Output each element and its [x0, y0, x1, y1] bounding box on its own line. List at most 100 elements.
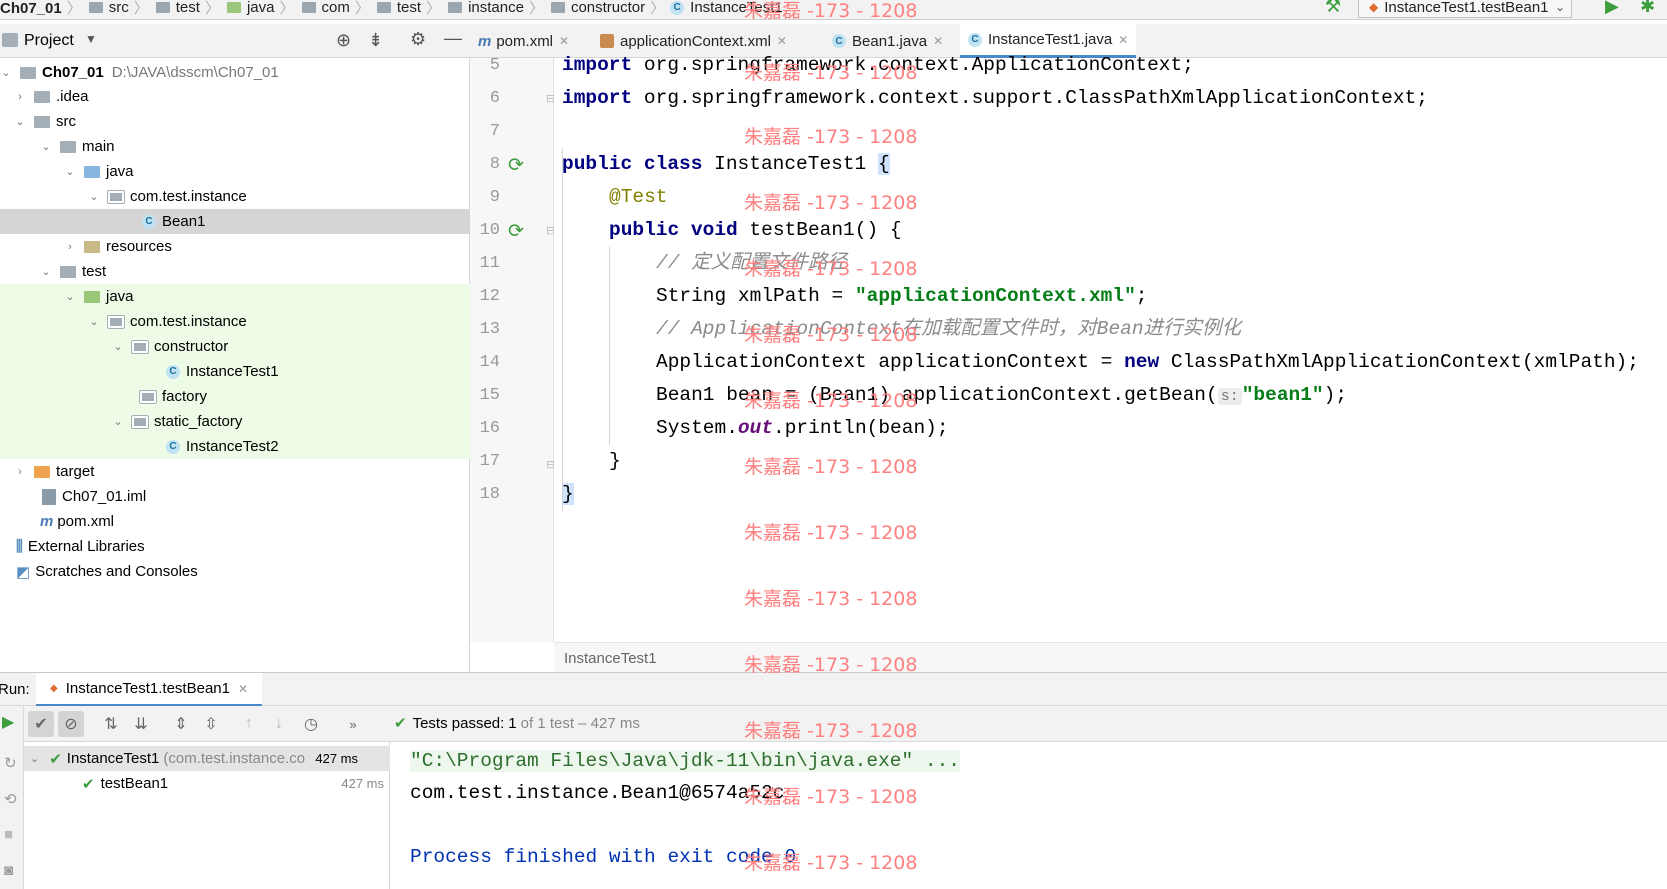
tree-item-test-java[interactable]: ⌄ java	[0, 284, 470, 309]
expand-all-icon[interactable]: ⇕	[168, 711, 194, 737]
tree-item-main[interactable]: ⌄ main	[0, 134, 470, 159]
tree-item-main-java[interactable]: ⌄ java	[0, 159, 470, 184]
collapse-all-icon[interactable]: ⇳	[198, 711, 224, 737]
chevron-down-icon[interactable]: ⌄	[14, 115, 26, 128]
run-configuration-select[interactable]: ◆ InstanceTest1.testBean1 ⌄	[1358, 0, 1572, 18]
breadcrumb-item[interactable]: java	[247, 0, 275, 16]
tree-item-label: com.test.instance	[130, 313, 247, 330]
run-icon[interactable]: ▶	[1605, 0, 1619, 17]
close-icon[interactable]: ✕	[933, 34, 943, 48]
close-icon[interactable]: ✕	[777, 34, 787, 48]
xml-icon	[600, 34, 614, 48]
chevron-down-icon[interactable]: ⌄	[40, 140, 52, 153]
tree-item-label: java	[106, 163, 134, 180]
tree-item-external-libraries[interactable]: ⫼ External Libraries	[0, 534, 470, 559]
tree-item-factory[interactable]: factory	[0, 384, 470, 409]
tree-item-target[interactable]: › target	[0, 459, 470, 484]
tree-item-pom[interactable]: m pom.xml	[0, 509, 470, 534]
libraries-icon: ⫼	[16, 538, 23, 555]
tree-item-test-package[interactable]: ⌄ com.test.instance	[0, 309, 470, 334]
chevron-right-icon[interactable]: ›	[14, 466, 26, 478]
chevron-down-icon[interactable]: ⌄	[64, 290, 76, 303]
breadcrumb-item[interactable]: test	[176, 0, 200, 16]
chevron-down-icon[interactable]: ⌄	[0, 66, 12, 79]
class-icon: C	[166, 439, 180, 454]
close-icon[interactable]: ✕	[1118, 33, 1128, 47]
breadcrumb-item[interactable]: src	[109, 0, 129, 16]
chevron-down-icon[interactable]: ⌄	[88, 190, 100, 203]
close-icon[interactable]: ✕	[559, 34, 569, 48]
tree-item-idea[interactable]: › .idea	[0, 84, 470, 109]
tree-item-label: Ch07_01.iml	[62, 488, 147, 505]
chevron-down-icon[interactable]: ⌄	[112, 340, 124, 353]
gear-icon[interactable]: ⚙	[410, 29, 426, 50]
package-icon	[301, 2, 316, 13]
code-editor[interactable]: import org.springframework.context.Appli…	[554, 54, 1667, 642]
breadcrumb-item[interactable]: constructor	[571, 0, 645, 16]
folder-icon	[88, 2, 103, 13]
build-hammer-icon[interactable]: ⚒	[1325, 0, 1341, 17]
collapse-all-icon[interactable]: ⇟	[368, 30, 383, 51]
check-icon: ✔	[82, 775, 95, 793]
console-output[interactable]: "C:\Program Files\Java\jdk-11\bin\java.e…	[390, 742, 1667, 889]
editor-breadcrumb-label[interactable]: InstanceTest1	[564, 650, 657, 667]
chevron-right-icon[interactable]: ›	[14, 91, 26, 103]
breadcrumb-item[interactable]: test	[397, 0, 421, 16]
tree-item-instance-test1[interactable]: C InstanceTest1	[0, 359, 470, 384]
test-name: InstanceTest1	[66, 750, 160, 767]
code-line: }	[609, 450, 621, 472]
breadcrumb-item[interactable]: com	[322, 0, 350, 16]
breadcrumb-item[interactable]: Ch07_01	[0, 0, 62, 18]
chevron-down-icon[interactable]: ▼	[85, 32, 97, 46]
camera-icon[interactable]: ◙	[4, 862, 13, 879]
tree-item-src[interactable]: ⌄ src	[0, 109, 470, 134]
toggle-autotest-icon[interactable]: ⟲	[4, 790, 17, 808]
more-icon[interactable]: »	[340, 711, 366, 737]
tree-item-static-factory[interactable]: ⌄ static_factory	[0, 409, 470, 434]
history-icon[interactable]: ◷	[298, 711, 324, 737]
tree-item-test[interactable]: ⌄ test	[0, 259, 470, 284]
tree-item-constructor[interactable]: ⌄ constructor	[0, 334, 470, 359]
stop-icon[interactable]: ■	[4, 826, 13, 843]
parameter-hint: s:	[1217, 388, 1242, 405]
sort-alphabetically-icon[interactable]: ⇅	[98, 711, 124, 737]
breadcrumb-item[interactable]: instance	[468, 0, 524, 16]
test-method-row[interactable]: ✔ testBean1 427 ms	[24, 771, 390, 796]
chevron-down-icon[interactable]: ⌄	[112, 415, 124, 428]
test-suite-row[interactable]: ⌄ ✔ InstanceTest1 (com.test.instance.co …	[24, 746, 390, 771]
sort-by-duration-icon[interactable]: ⇊	[128, 711, 154, 737]
locate-icon[interactable]: ⊕	[336, 30, 351, 51]
test-duration: 427 ms	[341, 776, 384, 791]
tree-item-main-package[interactable]: ⌄ com.test.instance	[0, 184, 470, 209]
test-name: testBean1	[100, 775, 169, 792]
debug-icon[interactable]: ✱	[1640, 0, 1655, 17]
run-test-method-icon[interactable]: ⟳	[508, 220, 524, 243]
tree-item-bean1[interactable]: C Bean1	[0, 209, 470, 234]
project-view-title[interactable]: Project	[24, 32, 74, 50]
code-line: public void testBean1() {	[609, 219, 902, 241]
tree-item-resources[interactable]: › resources	[0, 234, 470, 259]
tree-item-iml[interactable]: Ch07_01.iml	[0, 484, 470, 509]
chevron-down-icon[interactable]: ⌄	[64, 165, 76, 178]
chevron-down-icon[interactable]: ⌄	[88, 315, 100, 328]
chevron-down-icon[interactable]: ⌄	[40, 265, 52, 278]
rerun-icon[interactable]: ▶	[2, 712, 14, 732]
show-ignored-icon[interactable]: ⊘	[58, 711, 84, 737]
check-icon: ✔	[49, 750, 62, 768]
hide-icon[interactable]: —	[444, 28, 462, 49]
chevron-right-icon[interactable]: ›	[64, 241, 76, 253]
chevron-down-icon[interactable]: ⌄	[30, 752, 39, 765]
close-icon[interactable]: ✕	[238, 682, 248, 696]
show-passed-icon[interactable]: ✔	[28, 711, 54, 737]
next-failed-icon[interactable]: ↓	[266, 711, 292, 737]
run-test-class-icon[interactable]: ⟳	[508, 154, 524, 177]
tree-item-module[interactable]: ⌄ Ch07_01 D:\JAVA\dsscm\Ch07_01	[0, 60, 470, 85]
previous-failed-icon[interactable]: ↑	[236, 711, 262, 737]
tree-item-instance-test2[interactable]: C InstanceTest2	[0, 434, 470, 459]
breadcrumb-item[interactable]: InstanceTest1	[690, 0, 783, 16]
code-line: // 定义配置文件路径	[656, 252, 848, 274]
tree-item-scratches[interactable]: ◩ Scratches and Consoles	[0, 559, 470, 584]
package-icon	[107, 314, 125, 329]
rerun-failed-icon[interactable]: ↻	[4, 754, 17, 772]
run-tab[interactable]: ◆ InstanceTest1.testBean1 ✕	[36, 673, 263, 707]
